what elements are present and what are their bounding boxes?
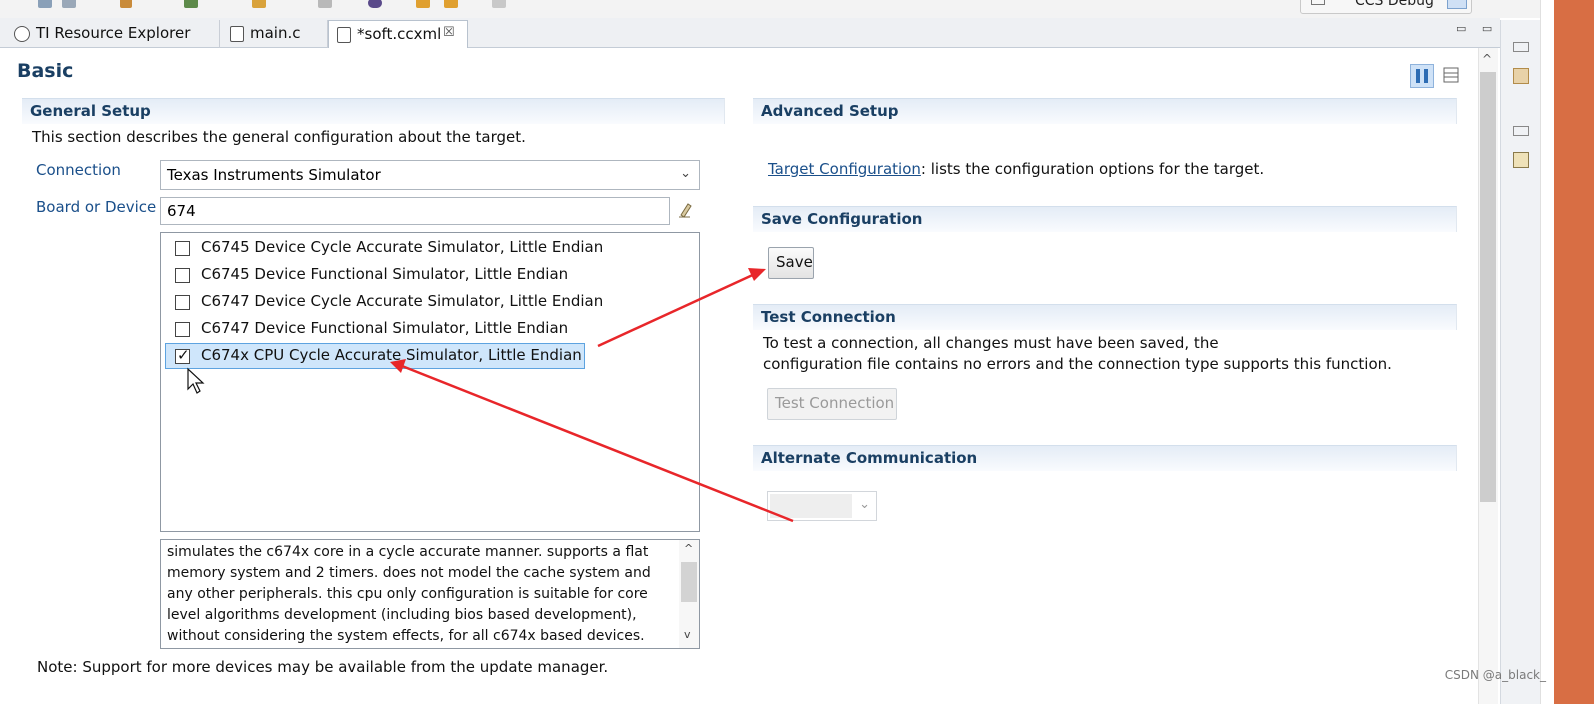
target-config-file-icon — [337, 27, 351, 43]
connection-label: Connection — [36, 161, 121, 179]
device-filter-value: 674 — [167, 202, 196, 220]
test-connection-line-1: To test a connection, all changes must h… — [763, 334, 1219, 352]
list-item[interactable]: C6745 Device Cycle Accurate Simulator, L… — [165, 235, 603, 261]
target-configuration-link[interactable]: Target Configuration — [768, 160, 921, 178]
checkbox-checked[interactable]: ✓ — [175, 346, 190, 364]
device-label: C6747 Device Cycle Accurate Simulator, L… — [201, 292, 604, 310]
test-connection-line-2: configuration file contains no errors an… — [763, 355, 1392, 373]
device-description: simulates the c674x core in a cycle accu… — [167, 544, 651, 644]
document-icon[interactable] — [318, 0, 332, 8]
open-perspective-icon[interactable] — [1311, 0, 1325, 5]
description-scrollbar[interactable]: ^ v — [679, 540, 699, 648]
scrollbar-thumb[interactable] — [1480, 72, 1496, 502]
back-arrow-icon[interactable] — [416, 0, 430, 8]
chevron-down-icon: ⌄ — [859, 497, 870, 512]
mouse-cursor-icon — [187, 367, 205, 394]
perspective-switcher[interactable]: CCS Debug — [1300, 0, 1472, 14]
debug-view-icon[interactable] — [1513, 68, 1529, 84]
device-label: C6745 Device Functional Simulator, Littl… — [201, 265, 569, 283]
update-manager-note: Note: Support for more devices may be av… — [37, 658, 609, 676]
tab-label: *soft.ccxml — [357, 25, 442, 43]
checkbox[interactable] — [175, 295, 190, 310]
close-tab-icon[interactable]: ☒ — [443, 25, 455, 40]
view-controls[interactable]: ▭ ▭ — [1456, 22, 1498, 35]
checkbox[interactable] — [175, 241, 190, 256]
save-button[interactable]: Save — [768, 247, 814, 279]
alternate-communication-select[interactable]: ⌄ — [767, 491, 877, 521]
save-all-icon[interactable] — [38, 0, 52, 8]
test-connection-header[interactable]: Test Connection — [753, 304, 1457, 330]
device-label: C6747 Device Functional Simulator, Littl… — [201, 319, 569, 337]
general-setup-header[interactable]: General Setup — [22, 98, 725, 124]
editor-tab-bar: TI Resource Explorer main.c *soft.ccxml … — [0, 18, 1500, 49]
tab-label: main.c — [250, 24, 301, 42]
device-label: C674x CPU Cycle Accurate Simulator, Litt… — [201, 346, 582, 364]
compass-icon — [14, 26, 30, 42]
build-icon[interactable] — [120, 0, 132, 8]
list-item[interactable]: C6745 Device Functional Simulator, Littl… — [165, 262, 585, 288]
tab-main-c[interactable]: main.c — [220, 20, 328, 48]
restore-icon[interactable] — [1513, 42, 1529, 52]
restore-icon[interactable] — [1513, 126, 1529, 136]
device-list[interactable]: C6745 Device Cycle Accurate Simulator, L… — [160, 232, 700, 532]
tab-label: TI Resource Explorer — [36, 24, 191, 42]
list-item[interactable]: C6747 Device Functional Simulator, Littl… — [165, 316, 585, 342]
chevron-down-icon: ⌄ — [680, 166, 691, 181]
desktop-background — [1554, 0, 1594, 704]
checkbox[interactable] — [175, 322, 190, 337]
debug-icon[interactable] — [184, 0, 198, 8]
perspective-label: CCS Debug — [1355, 0, 1434, 9]
scroll-up-icon[interactable]: ^ — [1482, 52, 1492, 66]
c-file-icon — [230, 26, 244, 42]
horizontal-layout-icon[interactable] — [1410, 64, 1434, 88]
flash-icon[interactable] — [252, 0, 266, 8]
advanced-setup-header[interactable]: Advanced Setup — [753, 98, 1457, 124]
device-filter-input[interactable]: 674 — [160, 197, 670, 225]
connection-value: Texas Instruments Simulator — [167, 166, 381, 184]
scroll-down-icon[interactable]: v — [684, 628, 691, 641]
checkbox[interactable] — [175, 268, 190, 283]
tab-ti-resource-explorer[interactable]: TI Resource Explorer — [8, 20, 220, 48]
device-label: C6745 Device Cycle Accurate Simulator, L… — [201, 238, 604, 256]
scroll-up-icon[interactable]: ^ — [684, 542, 693, 555]
clear-filter-icon[interactable] — [678, 202, 692, 218]
connection-select[interactable]: Texas Instruments Simulator ⌄ — [160, 160, 700, 190]
window-edge — [1540, 0, 1554, 704]
forward-arrow-icon[interactable] — [492, 0, 506, 8]
target-config-suffix: : lists the configuration options for th… — [920, 160, 1265, 178]
right-trim-bar — [1500, 20, 1540, 704]
record-icon[interactable] — [368, 0, 382, 8]
device-description-box[interactable]: simulates the c674x core in a cycle accu… — [160, 539, 700, 649]
alternate-communication-header[interactable]: Alternate Communication — [753, 445, 1457, 471]
save-configuration-header[interactable]: Save Configuration — [753, 206, 1457, 232]
general-setup-description: This section describes the general confi… — [32, 128, 526, 146]
list-item[interactable]: C6747 Device Cycle Accurate Simulator, L… — [165, 289, 603, 315]
select-value-empty — [770, 494, 852, 518]
board-or-device-label: Board or Device — [36, 198, 157, 216]
target-config-view-icon[interactable] — [1513, 152, 1529, 168]
test-connection-button[interactable]: Test Connection — [767, 388, 897, 420]
scrollbar-thumb[interactable] — [681, 562, 697, 602]
watermark: CSDN @a_black_ — [1444, 668, 1546, 682]
print-icon[interactable] — [62, 0, 76, 8]
page-title: Basic — [17, 60, 74, 82]
list-item-selected[interactable]: ✓ C674x CPU Cycle Accurate Simulator, Li… — [165, 343, 585, 369]
history-arrow-icon[interactable] — [444, 0, 458, 8]
vertical-layout-icon[interactable] — [1440, 64, 1464, 88]
tab-soft-ccxml[interactable]: *soft.ccxml ☒ — [328, 20, 468, 49]
checkmark-icon: ✓ — [177, 346, 190, 364]
ccs-debug-perspective-icon[interactable] — [1447, 0, 1467, 9]
target-config-line: Target Configuration: lists the configur… — [768, 160, 1264, 178]
